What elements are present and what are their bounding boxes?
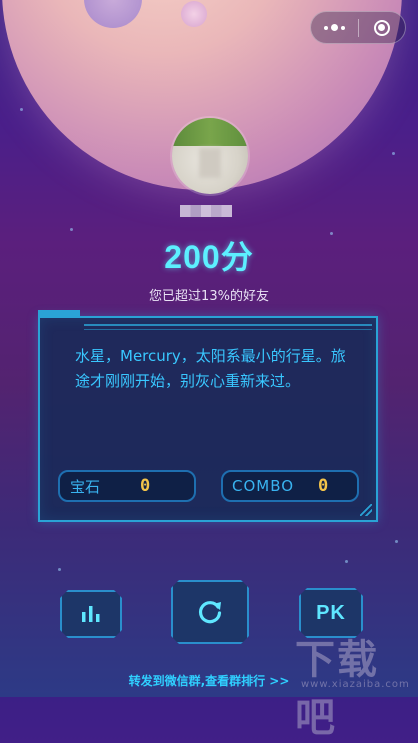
gems-counter: 宝石 0 [58,470,196,502]
rank-text: 您已超过13%的好友 [149,289,269,304]
target-close-icon [373,19,390,36]
gems-label: 宝石 [70,477,101,496]
panel-corner [360,504,372,516]
more-button[interactable] [311,12,358,43]
more-dots-icon [323,24,345,31]
avatar-blur [199,148,221,178]
leaderboard-button[interactable] [60,590,122,638]
mini-program-capsule [310,11,406,44]
result-panel: 水星，Mercury，太阳系最小的行星。旅途才刚刚开始，别灰心重新来过。 宝石 … [38,310,378,522]
star-decoration [70,228,73,231]
star-decoration [392,152,395,155]
combo-counter: COMBO 0 [221,470,359,502]
bar-chart-icon [79,605,103,623]
star-decoration [58,568,61,571]
avatar-foliage [172,118,248,146]
moon-decoration [181,1,207,27]
result-message: 水星，Mercury，太阳系最小的行星。旅途才刚刚开始，别灰心重新来过。 [75,347,346,390]
gems-value: 0 [140,476,151,496]
close-button[interactable] [359,12,406,43]
combo-value: 0 [318,476,329,496]
panel-rule [84,329,372,330]
username-blurred [180,205,232,217]
star-decoration [395,540,398,543]
combo-label: COMBO [232,477,295,495]
panel-rule [84,324,372,326]
replay-icon [196,598,224,626]
pk-label: PK [316,601,346,624]
panel-tab [38,310,80,318]
avatar [172,118,248,194]
watermark-logo: 下载吧 www.xiazaiba.com [295,627,413,741]
watermark-url: www.xiazaiba.com [301,679,410,690]
score-text: 200分 [164,239,254,275]
star-decoration [20,108,23,111]
star-decoration [345,560,348,563]
replay-button[interactable] [171,580,249,644]
